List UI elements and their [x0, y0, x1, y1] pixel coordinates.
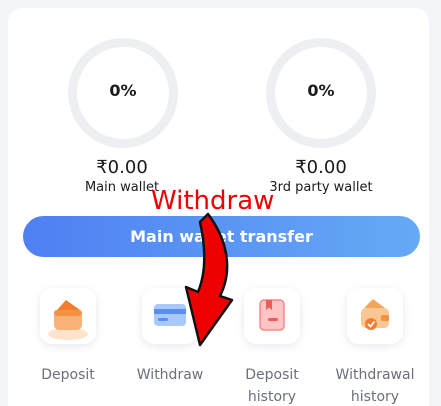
annotation-arrow-icon [184, 212, 234, 347]
